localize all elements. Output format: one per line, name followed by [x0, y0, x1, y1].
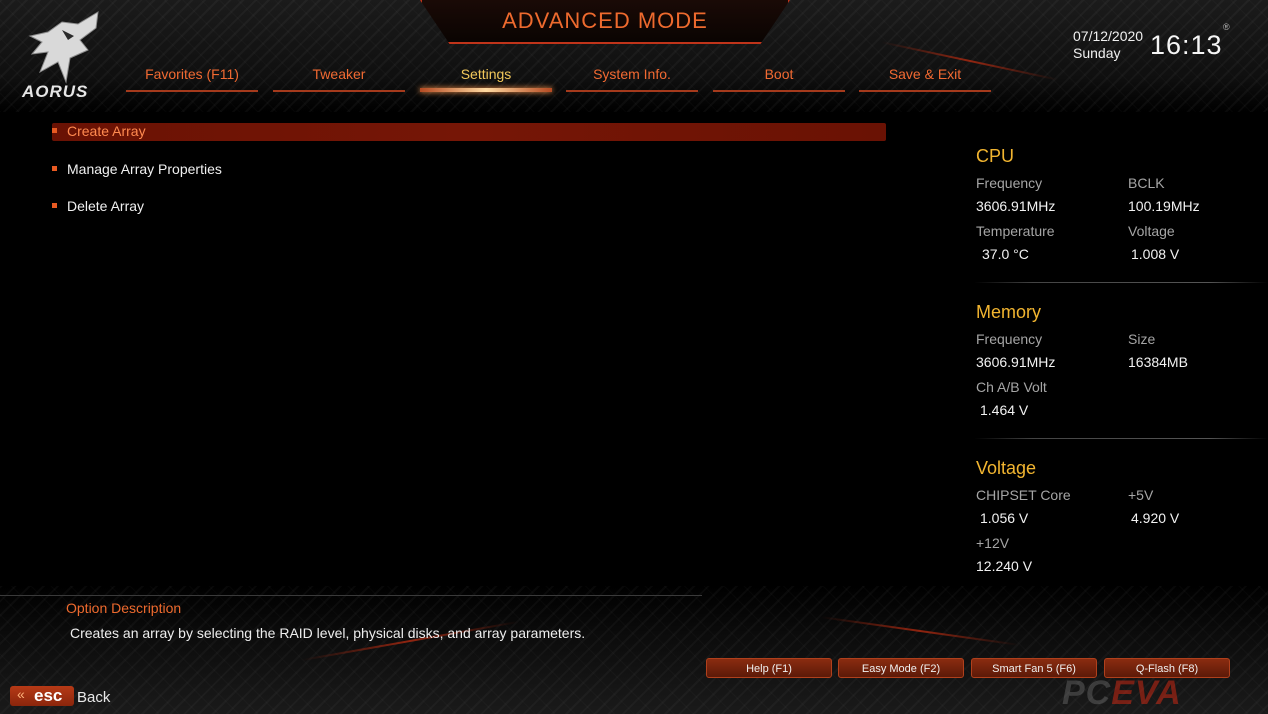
memory-heading: Memory	[976, 302, 1042, 322]
memory-frequency-value: 3606.91MHz	[976, 354, 1056, 370]
tab-underline	[126, 90, 258, 92]
tab-system-info[interactable]: System Info.	[566, 66, 698, 92]
v12-label: +12V	[976, 535, 1010, 551]
back-button[interactable]: Back	[77, 689, 110, 706]
option-description-title: Option Description	[66, 600, 182, 616]
memory-chvolt-value: 1.464 V	[980, 402, 1029, 418]
tab-label: Tweaker	[312, 66, 366, 82]
cpu-bclk-label: BCLK	[1128, 175, 1165, 191]
v5-label: +5V	[1128, 487, 1154, 503]
menu-item-label: Create Array	[67, 123, 146, 139]
tab-favorites[interactable]: Favorites (F11)	[126, 66, 258, 92]
tab-underline	[420, 88, 552, 92]
date-text: 07/12/2020	[1073, 28, 1144, 44]
tab-boot[interactable]: Boot	[713, 66, 845, 92]
tab-tweaker[interactable]: Tweaker	[273, 66, 405, 92]
menu-bullet-icon	[52, 203, 57, 208]
help-button[interactable]: Help (F1)	[706, 658, 832, 678]
esc-label: esc	[34, 686, 63, 705]
esc-button[interactable]: « esc	[10, 686, 74, 706]
cpu-frequency-value: 3606.91MHz	[976, 198, 1056, 214]
tab-label: System Info.	[593, 66, 671, 82]
watermark-highlight: EVA	[1111, 674, 1182, 712]
chipset-core-label: CHIPSET Core	[976, 487, 1071, 503]
menu-item-create-array[interactable]: Create Array	[52, 123, 886, 141]
cpu-voltage-value: 1.008 V	[1131, 246, 1180, 262]
mode-title: ADVANCED MODE	[502, 8, 708, 33]
menu-item-label: Delete Array	[67, 198, 145, 214]
memory-size-label: Size	[1128, 331, 1156, 347]
tab-label: Save & Exit	[888, 66, 962, 82]
date-display: 07/12/2020 Sunday	[1073, 28, 1143, 62]
voltage-heading: Voltage	[976, 458, 1037, 478]
tab-label: Boot	[764, 66, 794, 82]
tab-underline	[566, 90, 698, 92]
description-divider	[0, 595, 702, 596]
watermark: PCEVA	[1062, 674, 1182, 713]
tab-save-exit[interactable]: Save & Exit	[859, 66, 991, 92]
day-text: Sunday	[1073, 45, 1121, 61]
memory-size-value: 16384MB	[1128, 354, 1188, 370]
tab-underline	[273, 90, 405, 92]
option-description-text: Creates an array by selecting the RAID l…	[70, 625, 586, 641]
tab-label: Settings	[460, 66, 512, 82]
tab-underline	[859, 90, 991, 92]
clock: 16:13	[1150, 30, 1223, 60]
menu-item-manage-array-properties[interactable]: Manage Array Properties	[52, 161, 886, 179]
memory-frequency-label: Frequency	[976, 331, 1043, 347]
v5-value: 4.920 V	[1131, 510, 1180, 526]
cpu-voltage-label: Voltage	[1128, 223, 1175, 239]
v12-value: 12.240 V	[976, 558, 1033, 574]
menu-item-label: Manage Array Properties	[67, 161, 222, 177]
easy-mode-button[interactable]: Easy Mode (F2)	[838, 658, 964, 678]
cpu-temperature-value: 37.0 °C	[982, 246, 1029, 262]
panel-divider	[974, 438, 1268, 439]
watermark-prefix: PC	[1062, 674, 1112, 712]
menu-bullet-icon	[52, 166, 57, 171]
menu-bullet-icon	[52, 128, 57, 133]
registered-mark: ®	[1223, 22, 1230, 32]
menu-item-delete-array[interactable]: Delete Array	[52, 198, 886, 216]
cpu-bclk-value: 100.19MHz	[1128, 198, 1200, 214]
chipset-core-value: 1.056 V	[980, 510, 1029, 526]
tab-label: Favorites (F11)	[145, 66, 239, 82]
tab-underline	[713, 90, 845, 92]
memory-chvolt-label: Ch A/B Volt	[976, 379, 1047, 395]
panel-divider	[974, 282, 1268, 283]
tab-settings[interactable]: Settings	[420, 66, 552, 92]
logo-text: AORUS	[22, 82, 89, 101]
cpu-heading: CPU	[976, 146, 1015, 166]
cpu-temperature-label: Temperature	[976, 223, 1055, 239]
esc-arrows-icon: «	[17, 686, 25, 702]
cpu-frequency-label: Frequency	[976, 175, 1043, 191]
